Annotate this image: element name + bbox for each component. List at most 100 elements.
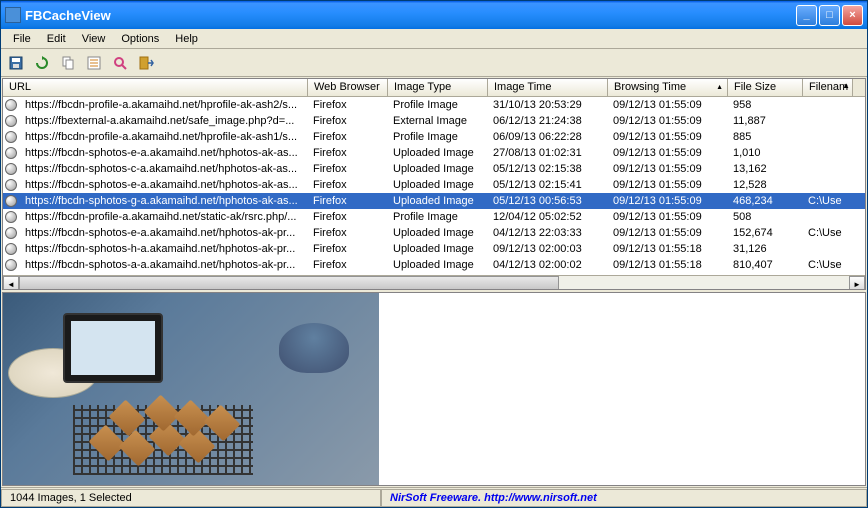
table-row[interactable]: https://fbcdn-profile-a.akamaihd.net/hpr…	[3, 273, 865, 275]
row-icon	[5, 211, 17, 223]
window-controls: _ □ ×	[796, 5, 863, 26]
cell-url: https://fbexternal-a.akamaihd.net/safe_i…	[19, 114, 307, 128]
cell-browsing-time: 09/12/13 01:55:09	[607, 114, 727, 128]
maximize-button[interactable]: □	[819, 5, 840, 26]
cell-browser: Firefox	[307, 194, 387, 208]
cell-file-size: 810,407	[727, 258, 802, 272]
cell-url: https://fbcdn-profile-a.akamaihd.net/hpr…	[19, 130, 307, 144]
cell-image-time: 27/08/13 01:02:31	[487, 146, 607, 160]
cell-image-time: 05/12/13 02:15:41	[487, 178, 607, 192]
cell-browsing-time: 09/12/13 01:55:18	[607, 242, 727, 256]
preview-pane	[2, 292, 866, 486]
find-icon[interactable]	[109, 52, 131, 74]
table-row[interactable]: https://fbcdn-sphotos-g-a.akamaihd.net/h…	[3, 193, 865, 209]
row-icon	[5, 259, 17, 271]
scroll-right-button[interactable]: ►	[849, 276, 865, 290]
cell-image-time: 06/12/13 21:24:38	[487, 114, 607, 128]
table-row[interactable]: https://fbcdn-profile-a.akamaihd.net/sta…	[3, 209, 865, 225]
col-browser[interactable]: Web Browser	[308, 79, 388, 96]
menu-view[interactable]: View	[74, 31, 114, 47]
cell-image-time: 09/12/13 02:00:03	[487, 242, 607, 256]
cell-file-size: 508	[727, 210, 802, 224]
col-filename[interactable]: Filenam▲	[803, 79, 853, 96]
cell-filename: C:\Use	[802, 194, 852, 208]
cell-browser: Firefox	[307, 146, 387, 160]
cell-file-size: 958	[727, 98, 802, 112]
cell-browser: Firefox	[307, 114, 387, 128]
cell-file-size: 1,010	[727, 146, 802, 160]
row-icon	[5, 195, 17, 207]
cell-image-time: 31/10/13 20:53:29	[487, 98, 607, 112]
cell-browser: Firefox	[307, 242, 387, 256]
table-row[interactable]: https://fbexternal-a.akamaihd.net/safe_i…	[3, 113, 865, 129]
cell-url: https://fbcdn-sphotos-e-a.akamaihd.net/h…	[19, 146, 307, 160]
cell-url: https://fbcdn-sphotos-c-a.akamaihd.net/h…	[19, 162, 307, 176]
table-row[interactable]: https://fbcdn-sphotos-c-a.akamaihd.net/h…	[3, 161, 865, 177]
cell-browsing-time: 09/12/13 01:55:09	[607, 130, 727, 144]
cell-file-size: 885	[727, 130, 802, 144]
cell-type: Uploaded Image	[387, 258, 487, 272]
menu-options[interactable]: Options	[113, 31, 167, 47]
app-window: FBCacheView _ □ × File Edit View Options…	[0, 0, 868, 508]
col-image-type[interactable]: Image Type	[388, 79, 488, 96]
cell-browsing-time: 09/12/13 01:55:09	[607, 194, 727, 208]
cell-filename	[802, 120, 852, 122]
close-button[interactable]: ×	[842, 5, 863, 26]
cell-browsing-time: 09/12/13 01:55:18	[607, 258, 727, 272]
table-row[interactable]: https://fbcdn-sphotos-e-a.akamaihd.net/h…	[3, 145, 865, 161]
row-icon	[5, 99, 17, 111]
menu-help[interactable]: Help	[167, 31, 206, 47]
row-icon	[5, 163, 17, 175]
cell-browsing-time: 09/12/13 01:55:18	[607, 274, 727, 275]
table-row[interactable]: https://fbcdn-sphotos-e-a.akamaihd.net/h…	[3, 225, 865, 241]
cell-file-size: 13,162	[727, 162, 802, 176]
cell-url: https://fbcdn-sphotos-g-a.akamaihd.net/h…	[19, 194, 307, 208]
col-browsing-time[interactable]: Browsing Time▲	[608, 79, 728, 96]
status-credits: NirSoft Freeware. http://www.nirsoft.net	[381, 489, 867, 507]
cell-image-time: 06/09/13 06:22:28	[487, 130, 607, 144]
save-icon[interactable]	[5, 52, 27, 74]
table-row[interactable]: https://fbcdn-profile-a.akamaihd.net/hpr…	[3, 129, 865, 145]
cell-file-size: 12,528	[727, 178, 802, 192]
col-file-size[interactable]: File Size	[728, 79, 803, 96]
cell-type: Uploaded Image	[387, 194, 487, 208]
cell-filename	[802, 136, 852, 138]
scroll-thumb[interactable]	[19, 276, 559, 290]
col-url[interactable]: URL	[3, 79, 308, 96]
titlebar[interactable]: FBCacheView _ □ ×	[1, 1, 867, 29]
cell-file-size: 31,126	[727, 242, 802, 256]
cell-filename	[802, 248, 852, 250]
cell-browser: Firefox	[307, 178, 387, 192]
table-row[interactable]: https://fbcdn-sphotos-e-a.akamaihd.net/h…	[3, 177, 865, 193]
cell-image-time: 05/12/13 02:15:38	[487, 162, 607, 176]
scroll-left-button[interactable]: ◄	[3, 276, 19, 290]
menu-edit[interactable]: Edit	[39, 31, 74, 47]
cell-filename	[802, 168, 852, 170]
nirsoft-link[interactable]: NirSoft Freeware. http://www.nirsoft.net	[390, 492, 597, 504]
cell-browser: Firefox	[307, 210, 387, 224]
table-row[interactable]: https://fbcdn-profile-a.akamaihd.net/hpr…	[3, 97, 865, 113]
cell-browsing-time: 09/12/13 01:55:09	[607, 162, 727, 176]
cell-filename: C:\Use	[802, 258, 852, 272]
scroll-track[interactable]	[19, 276, 849, 290]
cell-url: https://fbcdn-profile-a.akamaihd.net/hpr…	[19, 274, 307, 275]
cell-url: https://fbcdn-sphotos-h-a.akamaihd.net/h…	[19, 242, 307, 256]
app-icon	[5, 7, 21, 23]
cell-browsing-time: 09/12/13 01:55:09	[607, 146, 727, 160]
copy-icon[interactable]	[57, 52, 79, 74]
minimize-button[interactable]: _	[796, 5, 817, 26]
image-preview	[3, 293, 379, 485]
cell-type: Profile Image	[387, 98, 487, 112]
menu-file[interactable]: File	[5, 31, 39, 47]
col-image-time[interactable]: Image Time	[488, 79, 608, 96]
table-row[interactable]: https://fbcdn-sphotos-a-a.akamaihd.net/h…	[3, 257, 865, 273]
cell-browser: Firefox	[307, 130, 387, 144]
table-body[interactable]: https://fbcdn-profile-a.akamaihd.net/hpr…	[3, 97, 865, 275]
cell-type: External Image	[387, 114, 487, 128]
table-row[interactable]: https://fbcdn-sphotos-h-a.akamaihd.net/h…	[3, 241, 865, 257]
properties-icon[interactable]	[83, 52, 105, 74]
row-icon	[5, 227, 17, 239]
exit-icon[interactable]	[135, 52, 157, 74]
horizontal-scrollbar[interactable]: ◄ ►	[3, 275, 865, 290]
refresh-icon[interactable]	[31, 52, 53, 74]
